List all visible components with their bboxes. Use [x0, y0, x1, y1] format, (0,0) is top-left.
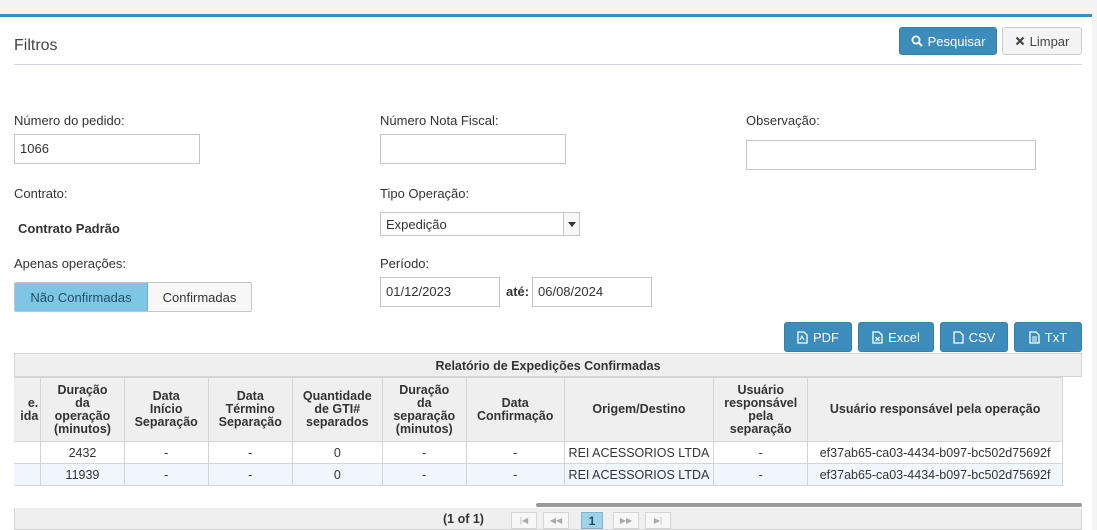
table-row[interactable]: 2432- -0- - REI ACESSORIOS LTDA - ef37ab65-ca…: [14, 441, 1063, 464]
period-to-input[interactable]: 06/08/2024: [532, 277, 652, 307]
table-cell: -: [465, 441, 565, 464]
report-caption: Relatório de Expedições Confirmadas: [14, 353, 1082, 377]
pdf-file-icon: [797, 330, 808, 344]
panel-title: Filtros: [14, 37, 58, 54]
observation-label: Observação:: [746, 113, 820, 128]
export-txt-button[interactable]: TxT: [1014, 322, 1082, 352]
table-cell: ef37ab65-ca03-4434-b097-bc502d75692f: [807, 441, 1063, 464]
column-header[interactable]: Usuário responsável pela operação: [807, 377, 1063, 442]
text-file-icon: [1029, 330, 1040, 344]
first-page-icon[interactable]: |◀: [511, 512, 537, 529]
report-table: e. ida Duração da operação (minutos) Data Iníci…: [14, 377, 1063, 486]
page-number-current[interactable]: 1: [581, 512, 603, 529]
page-info: (1 of 1): [443, 512, 484, 526]
toggle-not-confirmed[interactable]: Não Confirmadas: [15, 283, 148, 311]
contract-value: Contrato Padrão: [18, 221, 120, 236]
period-separator: até:: [506, 284, 530, 299]
clear-button[interactable]: Limpar: [1002, 27, 1082, 55]
table-cell: -: [465, 463, 565, 486]
order-number-label: Número do pedido:: [14, 113, 125, 128]
invoice-number-input[interactable]: [380, 134, 566, 164]
table-cell: 0: [291, 441, 383, 464]
operation-type-value: Expedição: [386, 216, 447, 232]
column-header[interactable]: Origem/Destino: [563, 377, 715, 442]
column-header[interactable]: Usuário responsável pela separação: [713, 377, 809, 442]
clear-button-label: Limpar: [1029, 33, 1070, 49]
toggle-confirmed[interactable]: Confirmadas: [148, 283, 251, 311]
export-excel-label: Excel: [888, 329, 920, 345]
table-cell: REI ACESSORIOS LTDA: [563, 463, 715, 486]
period-from-input[interactable]: 01/12/2023: [380, 277, 500, 307]
export-txt-label: TxT: [1044, 329, 1068, 345]
horizontal-scrollbar[interactable]: [536, 503, 1082, 507]
table-cell: -: [713, 463, 809, 486]
export-pdf-label: PDF: [813, 329, 839, 345]
search-icon: [911, 35, 923, 47]
column-header[interactable]: e. ida: [14, 377, 42, 442]
table-cell: -: [123, 463, 209, 486]
table-cell: -: [713, 441, 809, 464]
only-operations-label: Apenas operações:: [14, 256, 127, 271]
search-button[interactable]: Pesquisar: [899, 27, 997, 55]
operation-type-select[interactable]: Expedição: [380, 212, 580, 236]
order-number-input[interactable]: 1066: [14, 134, 200, 164]
file-icon: [952, 330, 964, 344]
column-header[interactable]: Quantidade de GTI# separados: [291, 377, 383, 442]
prev-page-icon[interactable]: ◀◀: [543, 512, 569, 529]
table-cell: [14, 441, 42, 464]
close-icon: [1015, 36, 1024, 46]
table-cell: [14, 463, 42, 486]
header-divider: [14, 64, 1082, 65]
table-cell: 0: [291, 463, 383, 486]
table-cell: -: [207, 463, 293, 486]
excel-file-icon: [872, 330, 883, 344]
column-header[interactable]: Duração da operação (minutos): [40, 377, 125, 442]
column-header[interactable]: Data Confirmação: [465, 377, 565, 442]
table-cell: -: [207, 441, 293, 464]
table-cell: REI ACESSORIOS LTDA: [563, 441, 715, 464]
table-cell: -: [123, 441, 209, 464]
report-header-row: e. ida Duração da operação (minutos) Data Iníci…: [14, 377, 1063, 442]
contract-label: Contrato:: [14, 186, 68, 201]
period-label: Período:: [380, 256, 430, 271]
operation-type-label: Tipo Operação:: [380, 186, 470, 201]
table-cell: 11939: [40, 463, 125, 486]
table-cell: 2432: [40, 441, 125, 464]
paginator: (1 of 1) |◀ ◀◀ 1 ▶▶ ▶|: [14, 508, 1082, 530]
export-pdf-button[interactable]: PDF: [784, 322, 852, 352]
next-page-icon[interactable]: ▶▶: [613, 512, 639, 529]
column-header[interactable]: Duração da separação (minutos): [381, 377, 467, 442]
export-csv-button[interactable]: CSV: [940, 322, 1008, 352]
export-csv-label: CSV: [968, 329, 996, 345]
invoice-number-label: Número Nota Fiscal:: [380, 113, 499, 128]
observation-input[interactable]: [746, 140, 1036, 170]
report-grid: Relatório de Expedições Confirmadas e. id…: [14, 353, 1082, 508]
column-header[interactable]: Data Início Separação: [123, 377, 209, 442]
table-row[interactable]: 11939- -0- - REI ACESSORIOS LTDA - ef37ab65-c…: [14, 463, 1063, 486]
export-excel-button[interactable]: Excel: [858, 322, 934, 352]
table-cell: ef37ab65-ca03-4434-b097-bc502d75692f: [807, 463, 1063, 486]
table-cell: -: [381, 463, 467, 486]
table-cell: -: [381, 441, 467, 464]
chevron-down-icon[interactable]: [563, 213, 579, 235]
last-page-icon[interactable]: ▶|: [645, 512, 671, 529]
search-button-label: Pesquisar: [927, 33, 986, 49]
only-operations-toggle: Não Confirmadas Confirmadas: [14, 282, 252, 312]
column-header[interactable]: Data Término Separação: [207, 377, 293, 442]
